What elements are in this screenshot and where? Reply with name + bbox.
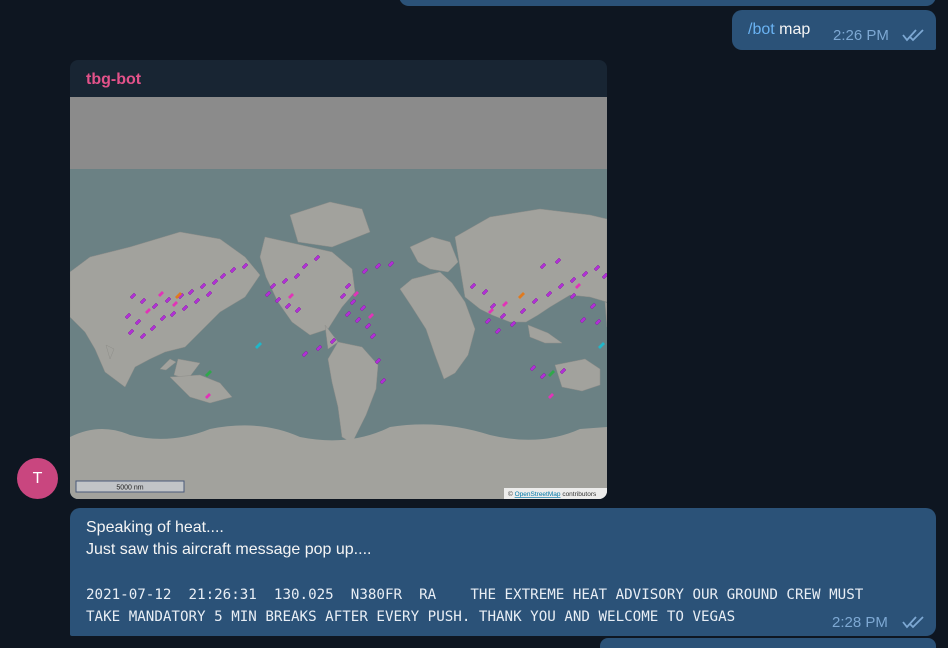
- sender-name[interactable]: tbg-bot: [86, 71, 141, 89]
- photo-message[interactable]: tbg-bot 5000 nm © OpenStreetMap contribu…: [70, 60, 607, 499]
- double-check-icon: [902, 29, 924, 42]
- openstreetmap-link[interactable]: OpenStreetMap: [515, 491, 561, 498]
- avatar[interactable]: T: [17, 458, 58, 499]
- svg-text:© OpenStreetMap contributors: © OpenStreetMap contributors: [508, 490, 597, 498]
- avatar-letter: T: [32, 470, 43, 487]
- bot-command-link[interactable]: /bot: [748, 21, 775, 38]
- map-scale-bar: 5000 nm: [75, 480, 185, 493]
- next-message-bubble: [600, 638, 936, 648]
- command-argument: map: [779, 21, 811, 38]
- message-line: Just saw this aircraft message pop up...…: [86, 541, 372, 558]
- previous-message-bubble: [399, 0, 936, 6]
- message-line: Speaking of heat....: [86, 519, 224, 536]
- outgoing-message[interactable]: /bot map 2:26 PM: [732, 10, 936, 50]
- map-out-of-bounds-area: [70, 97, 607, 169]
- map-attribution: © OpenStreetMap contributors: [504, 488, 607, 499]
- message-time: 2:28 PM: [832, 614, 888, 631]
- acars-message-line: TAKE MANDATORY 5 MIN BREAKS AFTER EVERY …: [86, 609, 736, 625]
- incoming-message[interactable]: Speaking of heat.... Just saw this aircr…: [70, 508, 936, 636]
- message-time: 2:26 PM: [833, 27, 889, 44]
- double-check-icon: [902, 616, 924, 629]
- acars-message-line: 2021-07-12 21:26:31 130.025 N380FR RA TH…: [86, 587, 864, 603]
- scale-label: 5000 nm: [116, 485, 143, 492]
- message-text: /bot map: [748, 21, 810, 39]
- flight-map-image[interactable]: 5000 nm © OpenStreetMap contributors: [70, 97, 607, 499]
